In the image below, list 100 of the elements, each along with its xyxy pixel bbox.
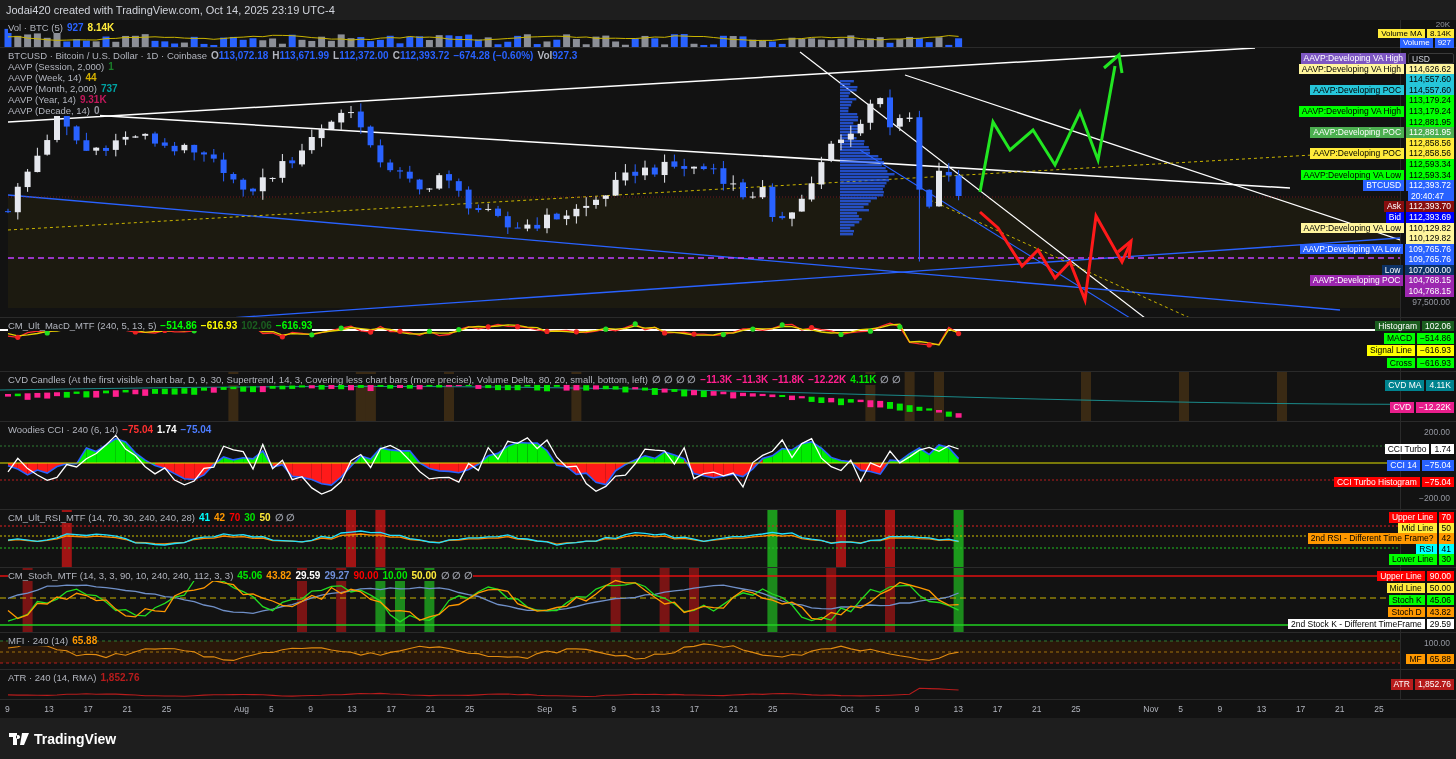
indicator-tag: CVD xyxy=(1390,402,1415,414)
legend-value: −12.22K xyxy=(808,374,847,385)
value-tag: 107,000.00 xyxy=(1405,264,1454,276)
indicator-tag: Lower Line xyxy=(1388,554,1437,565)
value-tag: 50.00 xyxy=(1426,582,1454,594)
value-tag: −514.86 xyxy=(1417,333,1454,344)
axis-tick-label: 25 xyxy=(768,704,779,714)
indicator-tag: AAVP:Developing VA Low xyxy=(1299,243,1404,255)
legend-value: 45.06 xyxy=(237,570,263,581)
indicator-tag: Stoch K xyxy=(1388,594,1425,606)
axis-tick-label: 9 xyxy=(308,704,314,714)
legend-value: −11.3K xyxy=(736,374,769,385)
value-tag: 112,593.34 xyxy=(1406,158,1454,170)
axis-tick-label: 13 xyxy=(953,704,965,714)
legend-value: −514.86 xyxy=(160,320,197,331)
value-tag: 112,393.72 xyxy=(1406,180,1454,191)
axis-tick-label: 25 xyxy=(161,704,173,714)
indicator-tag: Mid Line xyxy=(1398,522,1437,534)
indicator-tag: AAVP:Developing POC xyxy=(1309,275,1404,287)
value-tag: 29.59 xyxy=(1426,618,1454,630)
legend-title: AAVP (Week, 14) xyxy=(8,72,82,83)
indicator-tag: Volume xyxy=(1399,38,1433,48)
value-tag: 45.06 xyxy=(1426,594,1454,606)
legend-title: ATR · 240 (14, RMA) xyxy=(8,672,97,683)
indicator-tag: CCI Turbo xyxy=(1384,443,1430,455)
legend-value: −616.93 xyxy=(275,320,313,331)
axis-tick-label: 21 xyxy=(728,704,740,714)
axis-tick-label: Sep xyxy=(537,704,554,714)
axis-tick-label: 9 xyxy=(1217,704,1224,714)
value-tag: 65.88 xyxy=(1426,653,1454,665)
legend-value: 50 xyxy=(259,512,271,523)
axis-tick-label: 5 xyxy=(268,704,275,714)
value-tag: −12.22K xyxy=(1416,402,1454,414)
legend-value: C112,393.72 xyxy=(392,50,450,61)
axis-tick-label: 17 xyxy=(386,704,397,714)
axis-tick-label: 21 xyxy=(122,704,134,714)
indicator-tag: Stoch D xyxy=(1388,606,1425,618)
legend-title: AAVP (Session, 2,000) xyxy=(8,61,105,72)
indicator-tag: AAVP:Developing VA Low xyxy=(1300,169,1405,181)
indicator-tag: AAVP:Developing VA Low xyxy=(1300,222,1405,234)
indicator-tag: Signal Line xyxy=(1366,345,1416,356)
value-tag: −616.93 xyxy=(1417,357,1454,369)
legend-value: 65.88 xyxy=(72,635,98,646)
legend-value: 102.06 xyxy=(241,320,272,331)
value-tag: 1.74 xyxy=(1431,443,1454,455)
axis-tick-label: 13 xyxy=(1256,704,1268,714)
indicator-tag: 2nd RSI - Different Time Frame? xyxy=(1307,533,1437,544)
axis-tick-label: 5 xyxy=(875,704,881,714)
indicator-tag: BTCUSD xyxy=(1363,180,1405,191)
legend-value: 50.00 xyxy=(411,570,437,581)
legend-title: BTCUSD · Bitcoin / U.S. Dollar · 1D · Coinbase xyxy=(8,50,208,61)
value-tag: 112,393.70 xyxy=(1406,201,1454,212)
indicator-tag: Histogram xyxy=(1375,320,1420,332)
indicator-tag: ATR xyxy=(1390,679,1413,690)
legend-title: CM_Stoch_MTF (14, 3, 3, 90, 10, 240, 240, 112, 3, 3) xyxy=(8,570,234,581)
legend-value: 927 xyxy=(66,22,84,33)
value-tag: 104,768.15 xyxy=(1405,286,1454,297)
legend-value: H113,671.99 xyxy=(272,50,330,61)
axis-tick-label: 21 xyxy=(1031,704,1043,714)
value-tag: 112,593.34 xyxy=(1406,169,1454,181)
indicator-tag: Low xyxy=(1381,264,1404,276)
legend-value: L112,372.00 xyxy=(333,50,389,61)
value-tag: 927 xyxy=(1434,38,1454,48)
axis-tick-label: Nov xyxy=(1143,704,1160,714)
indicator-tag: MACD xyxy=(1384,333,1416,344)
axis-tick-label: 17 xyxy=(992,704,1004,714)
indicator-tag: AAVP:Developing VA High xyxy=(1300,53,1406,64)
axis-tick-label: 17 xyxy=(83,704,94,714)
indicator-tag: Upper Line xyxy=(1377,570,1425,582)
axis-tick-label: 9 xyxy=(914,704,921,714)
axis-tick-label: 25 xyxy=(464,704,476,714)
currency-button[interactable]: USD xyxy=(1408,53,1454,64)
axis-tick-label: 9 xyxy=(611,704,617,714)
indicator-tag: AAVP:Developing POC xyxy=(1310,148,1405,159)
legend-value: ∅ ∅ xyxy=(274,512,296,523)
legend-value: −674.28 (−0.60%) xyxy=(453,50,534,61)
legend-value: 8.14K xyxy=(87,22,115,33)
legend-value: ∅ ∅ ∅ ∅ xyxy=(651,374,697,385)
axis-tick-label: 13 xyxy=(650,704,661,714)
legend-value: 9.31K xyxy=(79,94,107,105)
value-tag: 50 xyxy=(1438,522,1454,534)
value-tag: 4.11K xyxy=(1426,379,1454,391)
value-tag: 8.14K xyxy=(1427,29,1454,39)
value-tag: 102.06 xyxy=(1422,320,1454,332)
indicator-tag: 2nd Stock K - Different TimeFrame xyxy=(1288,618,1425,630)
indicator-tag: AAVP:Developing POC xyxy=(1310,84,1405,96)
value-tag: −75.04 xyxy=(1421,460,1454,471)
indicator-tag: Bid xyxy=(1385,211,1405,223)
value-tag: −75.04 xyxy=(1421,476,1454,488)
legend-value: 41 xyxy=(198,512,211,523)
legend-value: 1 xyxy=(108,61,114,72)
value-tag: 112,881.95 xyxy=(1406,127,1454,138)
value-tag: 114,626.62 xyxy=(1406,63,1454,75)
value-tag: 20:40:47 xyxy=(1408,190,1454,202)
indicator-tag: Volume MA xyxy=(1378,29,1426,39)
indicator-tag: CCI Turbo Histogram xyxy=(1333,476,1420,488)
value-tag: −616.93 xyxy=(1417,345,1454,356)
indicator-tag: CVD MA xyxy=(1385,379,1425,391)
indicator-tag: RSI xyxy=(1416,543,1437,555)
legend-title: MFI · 240 (14) xyxy=(8,635,69,646)
